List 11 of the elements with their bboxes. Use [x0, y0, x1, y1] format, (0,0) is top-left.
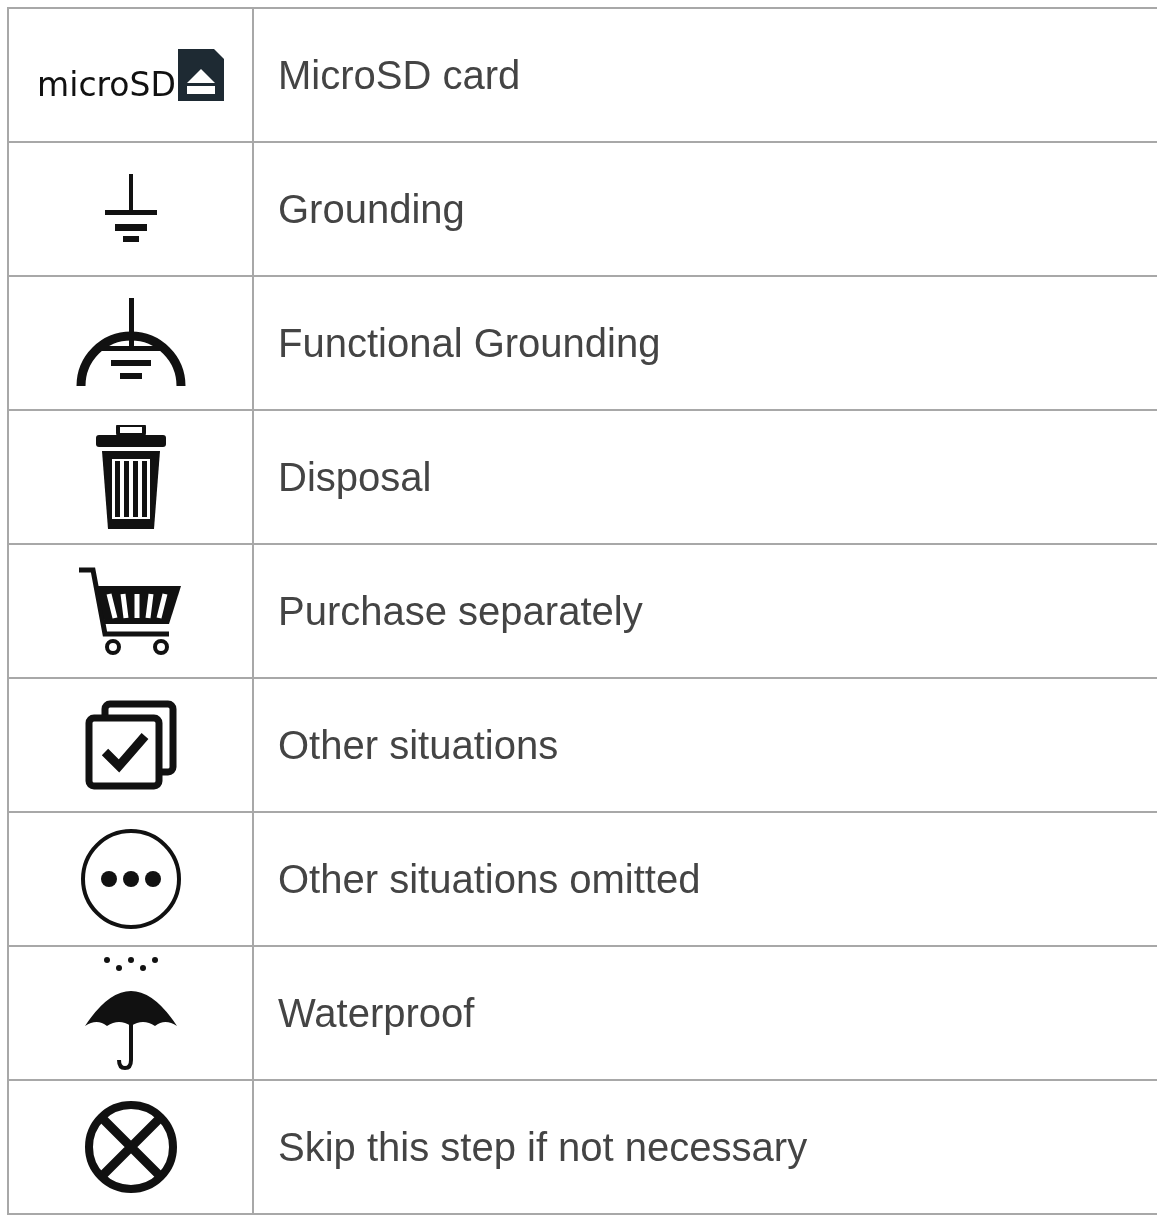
shopping-cart-icon: [78, 566, 183, 656]
prohibited-icon: [82, 1099, 179, 1195]
sd-card-icon: [177, 49, 224, 101]
umbrella-icon: [82, 956, 179, 1070]
checkbox-icon: [84, 700, 177, 790]
symbol-description: MicroSD card: [253, 8, 1157, 142]
functional-ground-icon: [75, 298, 186, 388]
trash-can-icon: [95, 425, 166, 529]
more-icon: [78, 827, 183, 931]
ground-icon: [102, 174, 159, 244]
microsd-logo-text: microSD: [37, 68, 176, 101]
